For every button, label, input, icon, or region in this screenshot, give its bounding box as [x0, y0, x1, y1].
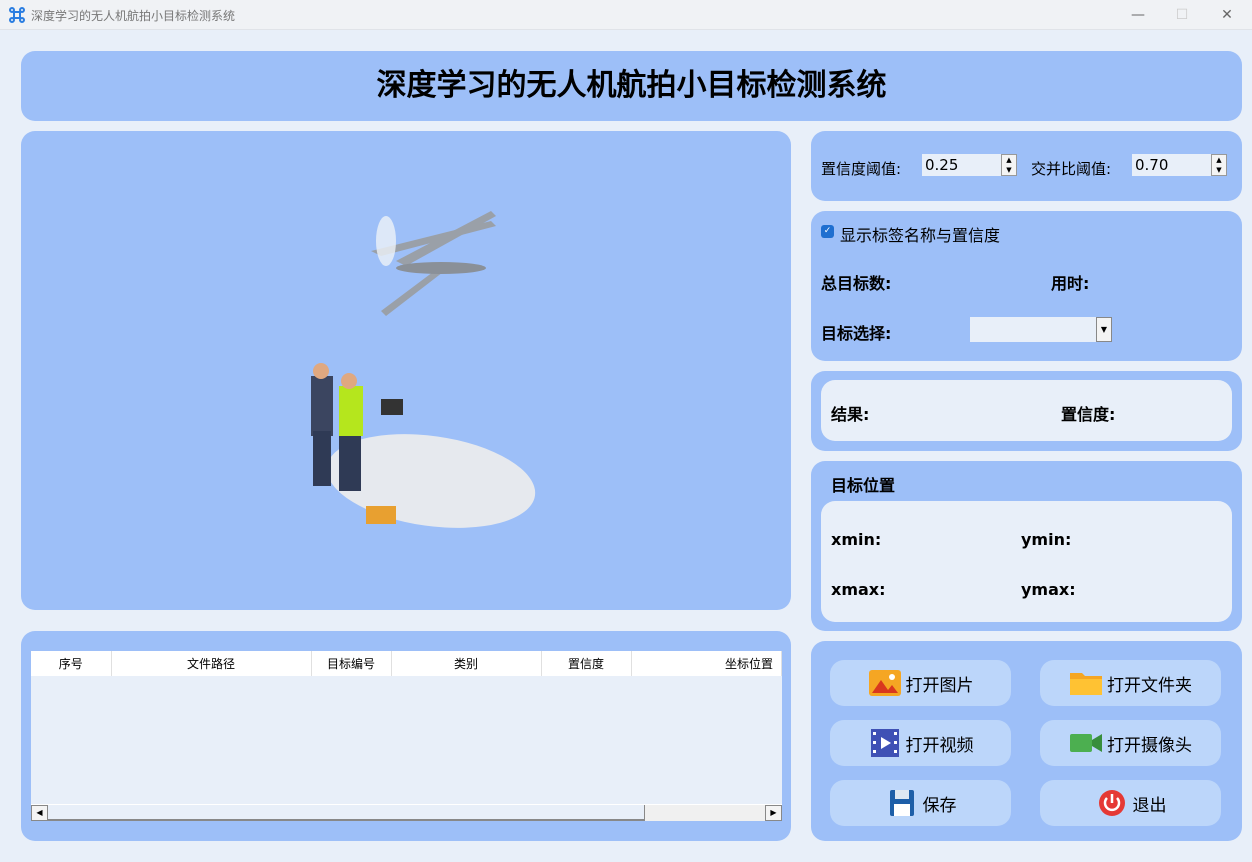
time-label: 用时:	[1051, 274, 1090, 293]
save-button[interactable]: 保存	[830, 780, 1011, 826]
target-select-label: 目标选择:	[821, 324, 892, 343]
confidence-label: 置信度:	[1061, 405, 1116, 424]
ymin-label: ymin:	[1021, 530, 1072, 549]
conf-threshold-spinbox[interactable]: 0.25 ▲ ▼	[922, 154, 1017, 176]
exit-label: 退出	[1132, 795, 1167, 816]
table-header-row: 序号 文件路径 目标编号 类别 置信度 坐标位置	[31, 651, 782, 676]
open-camera-button[interactable]: 打开摄像头	[1040, 720, 1221, 766]
title-bar: 深度学习的无人机航拍小目标检测系统 — ☐ ✕	[0, 0, 1252, 30]
result-box: 结果: 置信度:	[821, 380, 1232, 441]
drone-illustration	[311, 211, 536, 528]
save-label: 保存	[922, 795, 957, 816]
conf-threshold-value: 0.25	[925, 156, 959, 174]
maximize-button[interactable]: ☐	[1172, 5, 1192, 25]
xmax-label: xmax:	[831, 580, 886, 599]
video-icon	[870, 729, 899, 757]
iou-threshold-value: 0.70	[1135, 156, 1169, 174]
page-title: 深度学习的无人机航拍小目标检测系统	[376, 68, 887, 103]
target-position-title: 目标位置	[831, 476, 896, 495]
scroll-left-icon[interactable]: ◀	[31, 805, 48, 821]
save-icon	[889, 790, 914, 816]
threshold-panel: 置信度阈值: 0.25 ▲ ▼ 交并比阈值: 0.70 ▲ ▼	[811, 131, 1242, 201]
spin-arrows-icon[interactable]: ▲ ▼	[1211, 154, 1227, 176]
exit-button[interactable]: 退出	[1040, 780, 1221, 826]
target-select-dropdown[interactable]: ▼	[970, 317, 1112, 342]
results-table[interactable]: 序号 文件路径 目标编号 类别 置信度 坐标位置 ◀ ▶	[31, 651, 782, 821]
show-label-text: 显示标签名称与置信度	[840, 226, 1001, 245]
folder-icon	[1070, 673, 1102, 695]
conf-threshold-label: 置信度阈值:	[821, 160, 902, 178]
result-panel: 结果: 置信度:	[811, 371, 1242, 451]
window-title: 深度学习的无人机航拍小目标检测系统	[31, 9, 236, 23]
open-video-label: 打开视频	[905, 735, 974, 756]
target-position-panel: 目标位置 xmin: ymin: xmax: ymax:	[811, 461, 1242, 631]
spin-arrows-icon[interactable]: ▲ ▼	[1001, 154, 1017, 176]
position-box: xmin: ymin: xmax: ymax:	[821, 501, 1232, 622]
results-table-panel: 序号 文件路径 目标编号 类别 置信度 坐标位置 ◀ ▶	[21, 631, 791, 841]
column-header[interactable]: 置信度	[541, 651, 632, 676]
iou-threshold-label: 交并比阈值:	[1031, 160, 1112, 178]
chevron-down-icon[interactable]: ▼	[1096, 317, 1112, 342]
minimize-button[interactable]: —	[1128, 5, 1148, 25]
open-image-button[interactable]: 打开图片	[830, 660, 1011, 706]
open-camera-label: 打开摄像头	[1107, 735, 1192, 756]
open-video-button[interactable]: 打开视频	[830, 720, 1011, 766]
actions-panel: 打开图片 打开文件夹 打开视频 打开摄像头 保存 退出	[811, 641, 1242, 841]
image-icon	[868, 670, 901, 696]
column-header[interactable]: 序号	[31, 651, 112, 676]
scroll-thumb[interactable]	[48, 805, 645, 821]
show-label-checkbox[interactable]: ✓	[821, 225, 834, 238]
open-image-label: 打开图片	[905, 675, 974, 696]
result-label: 结果:	[831, 405, 870, 424]
total-targets-label: 总目标数:	[821, 274, 892, 293]
camera-icon	[1070, 734, 1102, 752]
column-header[interactable]: 目标编号	[311, 651, 392, 676]
ymax-label: ymax:	[1021, 580, 1076, 599]
scroll-right-icon[interactable]: ▶	[765, 805, 782, 821]
column-header[interactable]: 文件路径	[111, 651, 312, 676]
horizontal-scrollbar[interactable]: ◀ ▶	[31, 804, 782, 821]
drone-app-icon	[9, 7, 25, 23]
xmin-label: xmin:	[831, 530, 882, 549]
header-panel: 深度学习的无人机航拍小目标检测系统	[21, 51, 1242, 121]
detection-info-panel: ✓ 显示标签名称与置信度 总目标数: 用时: 目标选择: ▼	[811, 211, 1242, 361]
power-icon	[1098, 790, 1125, 816]
column-header[interactable]: 类别	[391, 651, 542, 676]
image-display-panel	[21, 131, 791, 610]
iou-threshold-spinbox[interactable]: 0.70 ▲ ▼	[1132, 154, 1227, 176]
close-button[interactable]: ✕	[1217, 5, 1237, 25]
column-header[interactable]: 坐标位置	[631, 651, 782, 676]
open-folder-label: 打开文件夹	[1107, 675, 1192, 696]
open-folder-button[interactable]: 打开文件夹	[1040, 660, 1221, 706]
